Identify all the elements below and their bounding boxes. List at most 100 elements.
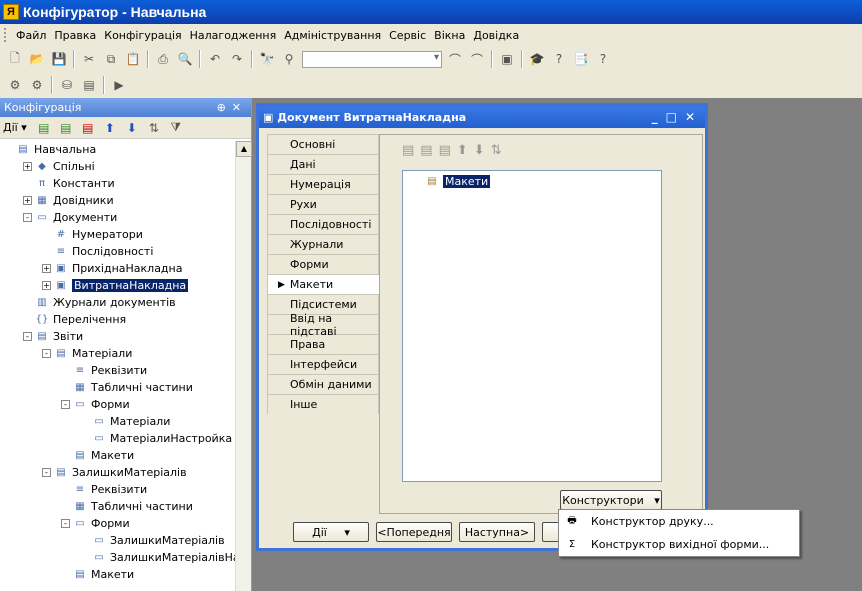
tree-node[interactable]: ▭ МатеріалиНастройка [80, 430, 232, 447]
toolbar-grip[interactable] [4, 28, 8, 42]
next-button[interactable]: Наступна> [459, 522, 535, 542]
menu-service[interactable]: Сервіс [385, 29, 430, 42]
tree-node[interactable]: ▦ Табличні частини [61, 498, 193, 515]
tree-node[interactable]: ▭ ЗалишкиМатеріалів [80, 532, 224, 549]
tree-node[interactable]: - ▤ Матеріали [42, 345, 132, 362]
move-down-icon[interactable]: ⬇ [474, 143, 485, 158]
actions-menu[interactable]: Дії ▾ [3, 121, 27, 134]
save-icon[interactable]: 💾 [49, 49, 69, 69]
cut-icon[interactable]: ✂ [79, 49, 99, 69]
delete-icon[interactable]: ▤ [78, 118, 98, 138]
close-window-icon[interactable]: ✕ [685, 110, 703, 124]
tree-node[interactable]: + ▣ ВитратнаНакладна [42, 277, 189, 294]
move-up-icon[interactable]: ⬆ [100, 118, 120, 138]
menu-administration[interactable]: Адміністрування [280, 29, 385, 42]
tab-3[interactable]: Рухи [267, 194, 379, 214]
tree-node[interactable]: {} Перелічення [23, 311, 127, 328]
tree-node[interactable]: - ▤ Звіти [23, 328, 83, 345]
minimize-icon[interactable]: _ [652, 110, 666, 124]
assistant-icon[interactable]: 🎓 [527, 49, 547, 69]
collapse-icon[interactable]: - [61, 519, 70, 528]
tree-node[interactable]: ≡ Реквізити [61, 362, 147, 379]
tree-node[interactable]: # Нумератори [42, 226, 143, 243]
templates-list[interactable]: ▤ Макети [402, 170, 662, 482]
pin-icon[interactable]: ⊕ [217, 101, 232, 114]
menu-configuration[interactable]: Конфігурація [100, 29, 185, 42]
sort-icon[interactable]: ⇅ [491, 143, 502, 158]
update-db-icon[interactable]: ⛁ [57, 75, 77, 95]
open-config-icon[interactable]: ⚙ [5, 75, 25, 95]
tree-node[interactable]: ▭ Матеріали [80, 413, 170, 430]
expand-icon[interactable]: + [23, 162, 32, 171]
collapse-icon[interactable]: - [23, 213, 32, 222]
tab-12[interactable]: Обмін даними [267, 374, 379, 394]
tree-node[interactable]: + ▦ Довідники [23, 192, 114, 209]
tab-11[interactable]: Інтерфейси [267, 354, 379, 374]
close-icon[interactable]: ✕ [232, 101, 247, 114]
run-debug-icon[interactable]: ▶ [109, 75, 129, 95]
constructors-button[interactable]: Конструктори ▾ [560, 490, 662, 510]
preview-icon[interactable]: 🔍 [175, 49, 195, 69]
open-icon[interactable]: 📂 [27, 49, 47, 69]
prev-button[interactable]: <Попередня [376, 522, 452, 542]
tree-node[interactable]: ▭ ЗалишкиМатеріалівНастро [80, 549, 236, 566]
find-icon[interactable]: 🔭 [257, 49, 277, 69]
filter-icon[interactable]: ⧩ [166, 118, 186, 138]
tree-node[interactable]: ▤ Навчальна [4, 141, 96, 158]
tab-13[interactable]: Інше [267, 394, 379, 414]
menu-debug[interactable]: Налагодження [186, 29, 281, 42]
actions-button[interactable]: Дії ▾ [293, 522, 369, 542]
new-icon[interactable]: 🗋 [5, 49, 25, 69]
add-child-icon[interactable]: ▤ [56, 118, 76, 138]
menu-help[interactable]: Довідка [469, 29, 523, 42]
tree-node[interactable]: ≡ Реквізити [61, 481, 147, 498]
maximize-icon[interactable]: □ [666, 110, 685, 124]
add-icon[interactable]: ▤ [34, 118, 54, 138]
delete-template-icon[interactable]: ▤ [439, 143, 451, 158]
add-group-icon[interactable]: ▤ [420, 143, 432, 158]
tree-scrollbar[interactable]: ▲ [235, 141, 252, 591]
tab-7[interactable]: Макети [267, 274, 379, 294]
tree-node[interactable]: ▥ Журнали документів [23, 294, 175, 311]
tab-2[interactable]: Нумерація [267, 174, 379, 194]
search-combo[interactable] [302, 50, 442, 68]
move-down-icon[interactable]: ⬇ [122, 118, 142, 138]
collapse-icon[interactable]: - [23, 332, 32, 341]
expand-icon[interactable]: + [23, 196, 32, 205]
collapse-icon[interactable]: - [42, 349, 51, 358]
windows-icon[interactable]: ▣ [497, 49, 517, 69]
menu-edit[interactable]: Правка [50, 29, 100, 42]
tree-node[interactable]: + ▣ ПрихіднаНакладна [42, 260, 182, 277]
tree-node[interactable]: - ▭ Форми [61, 396, 130, 413]
tree-node[interactable]: π Константи [23, 175, 115, 192]
print-icon[interactable]: ⎙ [153, 49, 173, 69]
tree-node[interactable]: ▦ Табличні частини [61, 379, 193, 396]
scroll-up-icon[interactable]: ▲ [236, 141, 252, 157]
tab-0[interactable]: Основні [267, 134, 379, 154]
save-config-icon[interactable]: ⚙ [27, 75, 47, 95]
db-structure-icon[interactable]: ▤ [79, 75, 99, 95]
redo-icon[interactable]: ↷ [227, 49, 247, 69]
tree-node[interactable]: + ◆ Спільні [23, 158, 95, 175]
move-up-icon[interactable]: ⬆ [457, 143, 468, 158]
sort-icon[interactable]: ⇅ [144, 118, 164, 138]
menu-file[interactable]: Файл [12, 29, 50, 42]
tree-node[interactable]: ▤ Макети [61, 447, 134, 464]
tab-9[interactable]: Ввід на підставі [267, 312, 379, 338]
find-prev-icon[interactable]: ⌒ [445, 49, 465, 69]
help-search-icon[interactable]: ? [549, 49, 569, 69]
tree-node[interactable]: - ▭ Форми [61, 515, 130, 532]
collapse-icon[interactable]: - [61, 400, 70, 409]
output-form-constructor-item[interactable]: Σ Конструктор вихідної форми... [559, 533, 799, 556]
tree-node[interactable]: - ▤ ЗалишкиМатеріалів [42, 464, 187, 481]
syntax-helper-icon[interactable]: 📑 [571, 49, 591, 69]
help-dropdown-icon[interactable]: ? [593, 49, 613, 69]
find-forward-icon[interactable]: ⌒ [467, 49, 487, 69]
find-next-icon[interactable]: ⚲ [279, 49, 299, 69]
tab-6[interactable]: Форми [267, 254, 379, 274]
tab-1[interactable]: Дані [267, 154, 379, 174]
undo-icon[interactable]: ↶ [205, 49, 225, 69]
add-template-icon[interactable]: ▤ [402, 143, 414, 158]
print-constructor-item[interactable]: 🖶 Конструктор друку... [559, 510, 799, 533]
copy-icon[interactable]: ⧉ [101, 49, 121, 69]
